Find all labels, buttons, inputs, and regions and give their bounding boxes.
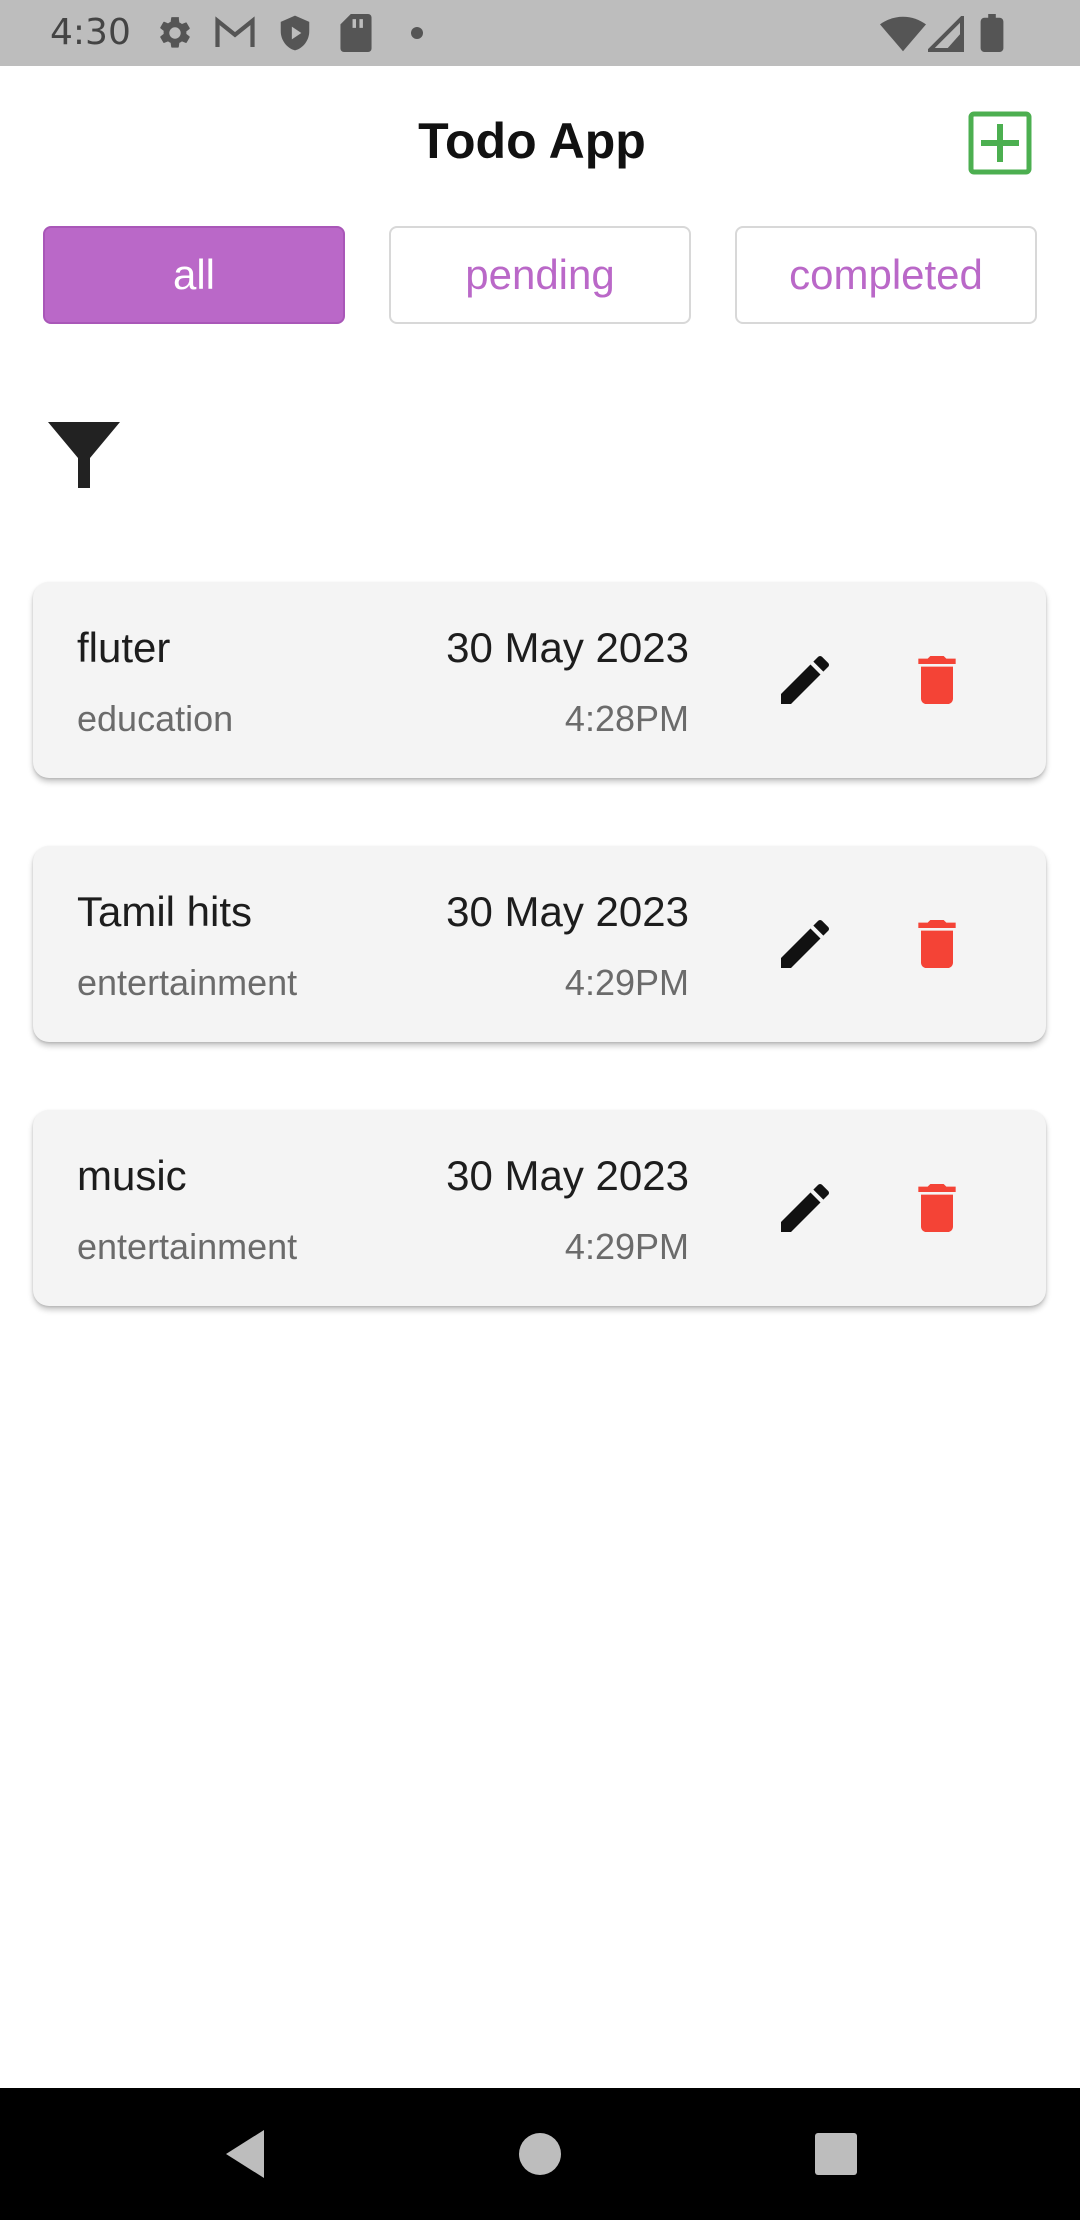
filter-icon[interactable] (44, 420, 124, 490)
todo-title: Tamil hits (77, 888, 253, 935)
todo-date: 30 May 2023 (446, 1152, 689, 1199)
trash-icon (918, 656, 956, 704)
gmail-icon (214, 14, 256, 52)
todo-category: entertainment (77, 1226, 298, 1267)
wifi-icon (880, 16, 926, 52)
back-button[interactable] (218, 2124, 278, 2184)
status-bar: 4:30 (0, 0, 1080, 66)
battery-icon (980, 14, 1004, 52)
tab-completed[interactable]: completed (735, 226, 1037, 324)
status-time: 4:30 (50, 12, 131, 53)
home-button[interactable] (510, 2124, 570, 2184)
tab-pending[interactable]: pending (389, 226, 691, 324)
edit-button[interactable] (773, 648, 837, 712)
tab-label: pending (465, 251, 615, 298)
todo-card[interactable]: music entertainment 30 May 2023 4:29PM (33, 1110, 1046, 1306)
add-box-icon (968, 111, 1032, 175)
shield-icon (278, 14, 312, 52)
edit-button[interactable] (773, 1176, 837, 1240)
todo-time: 4:29PM (564, 1226, 689, 1267)
edit-icon (781, 1183, 830, 1232)
trash-icon (918, 1184, 956, 1232)
screen: 4:30 Todo App all pending completed flut… (0, 0, 1080, 2220)
tab-all[interactable]: all (43, 226, 345, 324)
add-todo-button[interactable] (968, 111, 1032, 175)
edit-icon (781, 919, 830, 968)
edit-icon (781, 655, 830, 704)
recents-button[interactable] (806, 2124, 866, 2184)
home-icon (519, 2133, 561, 2175)
todo-date: 30 May 2023 (446, 624, 689, 671)
todo-title: fluter (77, 624, 171, 671)
todo-category: entertainment (77, 962, 298, 1003)
todo-category: education (77, 698, 234, 739)
tab-label: completed (789, 251, 983, 298)
page-title: Todo App (418, 113, 646, 169)
todo-card[interactable]: fluter education 30 May 2023 4:28PM (33, 582, 1046, 778)
settings-icon (156, 14, 194, 52)
sd-card-icon (340, 14, 372, 52)
delete-button[interactable] (905, 648, 969, 712)
signal-icon (928, 16, 964, 52)
todo-time: 4:29PM (564, 962, 689, 1003)
todo-title: music (77, 1152, 187, 1199)
delete-button[interactable] (905, 912, 969, 976)
tab-label: all (172, 251, 216, 298)
trash-icon (918, 920, 956, 968)
todo-date: 30 May 2023 (446, 888, 689, 935)
back-icon (226, 2130, 264, 2178)
todo-card[interactable]: Tamil hits entertainment 30 May 2023 4:2… (33, 846, 1046, 1042)
dot-icon (410, 26, 424, 40)
recents-icon (815, 2133, 857, 2175)
nav-bar (0, 2088, 1080, 2220)
edit-button[interactable] (773, 912, 837, 976)
todo-time: 4:28PM (564, 698, 689, 739)
delete-button[interactable] (905, 1176, 969, 1240)
